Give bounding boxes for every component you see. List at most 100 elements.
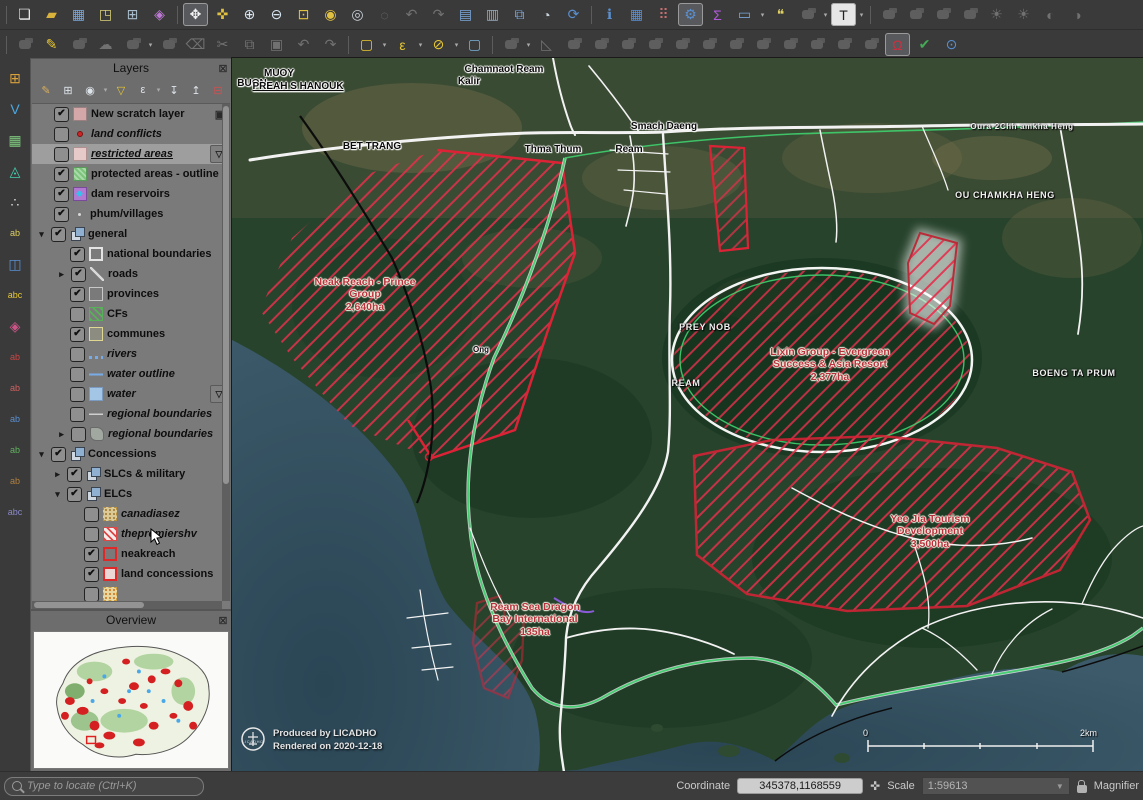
select-by-expression-button[interactable]: ε (390, 33, 415, 56)
add-mesh-layer-button[interactable]: ◬ (3, 160, 27, 182)
field-calculator-button[interactable]: ⠿ (651, 3, 676, 26)
layer-checkbox[interactable] (70, 387, 85, 402)
expander-icon[interactable]: ▾ (36, 229, 47, 240)
layer-row-phum-villages[interactable]: ✔phum/villages (32, 204, 230, 224)
layer-row-protected-areas-outline[interactable]: ✔ protected areas - outline (32, 164, 230, 184)
map-tips-button[interactable]: ❝ (768, 3, 793, 26)
add-postgis-layer-button[interactable]: ◫ (3, 253, 27, 275)
expand-all-button[interactable]: ↧ (164, 81, 184, 99)
temporal-controller-button[interactable]: ◔ (534, 3, 559, 26)
layer-row-neakreach[interactable]: ✔ neakreach (32, 544, 230, 564)
zoom-to-layer-button[interactable]: ◎ (345, 3, 370, 26)
vertex-tool-dropdown[interactable]: ▾ (524, 41, 533, 49)
expander-icon[interactable]: ▸ (56, 269, 67, 280)
layer-label[interactable]: general (88, 228, 127, 240)
manage-map-themes-dropdown[interactable]: ▾ (101, 86, 110, 94)
layer-checkbox[interactable] (71, 427, 86, 442)
filter-legend-by-expression-dropdown[interactable]: ▾ (154, 86, 163, 94)
show-hide-labels-button[interactable]: ab (3, 408, 27, 430)
zoom-in-button[interactable]: ⊕ (237, 3, 262, 26)
layer-label[interactable]: New scratch layer (91, 108, 185, 120)
layer-label[interactable]: roads (108, 268, 138, 280)
layer-label[interactable]: national boundaries (107, 248, 212, 260)
layer-row-provinces[interactable]: ✔provinces (32, 284, 230, 304)
locator-search-input[interactable]: Type to locate (Ctrl+K) (4, 777, 204, 796)
layer-checkbox[interactable]: ✔ (54, 187, 69, 202)
new-spatial-bookmark-button[interactable]: ▤ (453, 3, 478, 26)
filter-legend-by-expression-button[interactable]: ε (133, 81, 153, 99)
layer-label[interactable]: land conflicts (91, 128, 162, 140)
layer-row-regional-boundaries[interactable]: regional boundaries (32, 404, 230, 424)
layer-checkbox[interactable] (70, 347, 85, 362)
layer-label[interactable]: CFs (107, 308, 128, 320)
zoom-to-bookmark-dropdown[interactable]: ▾ (821, 11, 830, 19)
layer-row-canadiasez[interactable]: canadiasez (32, 504, 230, 524)
layer-checkbox[interactable] (84, 507, 99, 522)
layer-checkbox[interactable] (84, 587, 99, 602)
text-annotation-button[interactable]: T (831, 3, 856, 26)
style-manager-button[interactable]: ◈ (147, 3, 172, 26)
layer-checkbox[interactable] (70, 407, 85, 422)
layer-row-land-concessions[interactable]: ✔land concessions (32, 564, 230, 584)
layer-row-water-outline[interactable]: water outline (32, 364, 230, 384)
vertical-scrollbar[interactable] (222, 104, 230, 601)
layer-label[interactable]: thepremiershv (121, 528, 197, 540)
measure-line-dropdown[interactable]: ▾ (758, 11, 767, 19)
coordinate-input[interactable]: 345378,1168559 (737, 778, 863, 794)
layer-label[interactable]: regional boundaries (107, 408, 212, 420)
zoom-to-selection-button[interactable]: ◉ (318, 3, 343, 26)
scrollbar-thumb[interactable] (223, 106, 229, 484)
expander-icon[interactable]: ▾ (36, 449, 47, 460)
toggle-map-theme-eye-button[interactable]: ⊙ (939, 33, 964, 56)
statistical-summary-button[interactable]: Σ (705, 3, 730, 26)
layer-label[interactable]: dam reservoirs (91, 188, 170, 200)
layer-label[interactable]: rivers (107, 348, 137, 360)
pin-unpin-labels-button[interactable]: ab (3, 377, 27, 399)
layer-label[interactable]: ELCs (104, 488, 132, 500)
remove-layer-button[interactable]: ⊟ (208, 81, 228, 99)
layer-label[interactable]: neakreach (121, 548, 175, 560)
deselect-all-dropdown[interactable]: ▾ (452, 41, 461, 49)
layer-row-restricted-areas[interactable]: restricted areas▽ (32, 144, 230, 164)
layer-checkbox[interactable]: ✔ (51, 227, 66, 242)
layer-checkbox[interactable]: ✔ (54, 167, 69, 182)
identify-features-button[interactable]: ℹ (597, 3, 622, 26)
layer-label[interactable]: SLCs & military (104, 468, 185, 480)
add-vector-layer-button[interactable]: V (3, 98, 27, 120)
layer-row-thepremiershv[interactable]: thepremiershv (32, 524, 230, 544)
layer-label[interactable]: regional boundaries (108, 428, 213, 440)
select-features-button[interactable]: ▢ (354, 33, 379, 56)
add-point-cloud-layer-button[interactable]: ∴ (3, 191, 27, 213)
expander-icon[interactable]: ▾ (52, 489, 63, 500)
layer-label[interactable]: water (107, 388, 136, 400)
select-features-dropdown[interactable]: ▾ (380, 41, 389, 49)
zoom-full-button[interactable]: ⊡ (291, 3, 316, 26)
filter-legend-button[interactable]: ▽ (111, 81, 131, 99)
layer-checkbox[interactable]: ✔ (54, 207, 69, 222)
collapse-all-button[interactable]: ↥ (186, 81, 206, 99)
layer-row-land-conflicts[interactable]: land conflicts (32, 124, 230, 144)
expander-icon[interactable]: ▸ (56, 429, 67, 440)
expander-icon[interactable]: ▸ (52, 469, 63, 480)
layer-row-water[interactable]: water▽ (32, 384, 230, 404)
refresh-map-button[interactable]: ⟳ (561, 3, 586, 26)
scale-select[interactable]: 1:59613 ▼ (922, 777, 1070, 795)
layer-checkbox[interactable]: ✔ (54, 107, 69, 122)
layer-checkbox[interactable] (70, 307, 85, 322)
close-icon[interactable]: ⊠ (215, 62, 231, 75)
manage-map-themes-button[interactable]: ◉ (80, 81, 100, 99)
layer-row-communes[interactable]: ✔communes (32, 324, 230, 344)
enable-snapping-button[interactable]: Ω (885, 33, 910, 56)
layer-row-elcs[interactable]: ▾✔ELCs (32, 484, 230, 504)
layer-row-regional-boundaries[interactable]: ▸ regional boundaries (32, 424, 230, 444)
lock-scale-icon[interactable] (1077, 785, 1087, 793)
open-layer-styling-button[interactable]: ✎ (36, 81, 56, 99)
measure-line-button[interactable]: ▭ (732, 3, 757, 26)
select-by-expression-dropdown[interactable]: ▾ (416, 41, 425, 49)
add-raster-layer-button[interactable]: ▦ (3, 129, 27, 151)
layer-checkbox[interactable]: ✔ (84, 547, 99, 562)
add-group-button[interactable]: ⊞ (58, 81, 78, 99)
pan-map-button[interactable]: ✥ (183, 3, 208, 26)
layer-label[interactable]: protected areas - outline (91, 168, 219, 180)
layer-checkbox[interactable]: ✔ (67, 467, 82, 482)
